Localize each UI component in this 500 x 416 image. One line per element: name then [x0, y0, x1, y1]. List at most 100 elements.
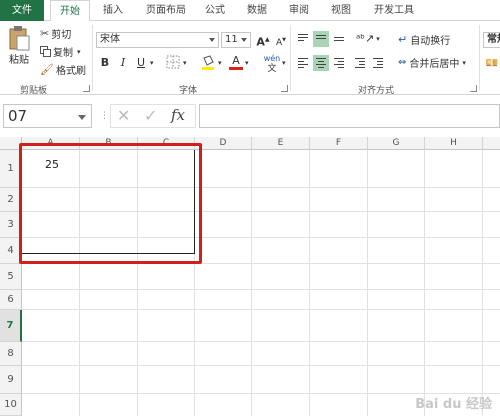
shrink-font-button[interactable]: A▼ — [273, 32, 289, 48]
alignment-launcher-icon[interactable] — [470, 85, 477, 92]
separator — [290, 25, 291, 91]
insert-function-icon[interactable]: fx — [171, 106, 185, 124]
font-color-icon: A — [232, 54, 240, 67]
merge-cells-icon: ⇔ — [398, 57, 407, 68]
phonetic-guide-button[interactable]: wén 文 — [262, 54, 282, 74]
align-middle-button[interactable] — [313, 31, 329, 47]
align-left-icon — [298, 58, 308, 68]
currency-button[interactable]: 💴 — [484, 55, 500, 71]
wrap-text-label: 自动换行 — [410, 36, 451, 47]
underline-button[interactable]: U — [133, 55, 149, 71]
column-header-d[interactable]: D — [195, 137, 252, 150]
fill-color-button[interactable] — [200, 55, 216, 71]
row-header-8[interactable]: 8 — [0, 342, 22, 366]
paste-button[interactable]: 粘贴 — [6, 25, 32, 67]
column-header-f[interactable]: F — [310, 137, 368, 150]
increase-indent-icon — [373, 58, 383, 68]
align-right-button[interactable] — [331, 55, 347, 71]
gridline — [22, 289, 500, 290]
column-header-h[interactable]: H — [425, 137, 483, 150]
chevron-down-icon[interactable]: ▾ — [150, 59, 154, 67]
gridline — [482, 150, 483, 416]
decrease-indent-button[interactable] — [352, 55, 368, 71]
font-color-button[interactable]: A — [228, 54, 244, 70]
row-header-5[interactable]: 5 — [0, 264, 22, 290]
merge-center-label: 合并后居中 — [409, 59, 460, 70]
cancel-icon[interactable]: ✕ — [117, 106, 130, 125]
name-box[interactable]: 07 — [3, 104, 92, 128]
gridline — [424, 150, 425, 416]
row-header-9[interactable]: 9 — [0, 366, 22, 394]
tab-review[interactable]: 审阅 — [280, 0, 318, 21]
ribbon: 粘贴 ✂ 剪切 复制 ▾ 🖌 格式刷 剪贴板 宋体 11 A▲ A▼ B I U… — [0, 21, 500, 96]
gridline — [367, 150, 368, 416]
cut-label: 剪切 — [51, 30, 72, 41]
tab-file[interactable]: 文件 — [0, 0, 44, 21]
formula-input[interactable] — [199, 104, 500, 128]
font-name-value: 宋体 — [100, 34, 120, 45]
paint-bucket-icon — [202, 55, 214, 70]
format-painter-button[interactable]: 🖌 格式刷 — [40, 62, 86, 77]
chevron-down-icon[interactable]: ▾ — [218, 59, 222, 67]
format-painter-label: 格式刷 — [55, 66, 86, 77]
paste-label: 粘贴 — [9, 55, 29, 66]
orientation-button[interactable]: ᵃᵇ↗ ▾ — [356, 32, 380, 45]
tab-view[interactable]: 视图 — [322, 0, 360, 21]
chevron-down-icon[interactable]: ▾ — [77, 48, 81, 56]
align-top-icon — [298, 34, 308, 44]
clipboard-group-label: 剪贴板 — [20, 86, 48, 96]
align-middle-icon — [316, 35, 326, 45]
copy-label: 复制 — [53, 48, 73, 59]
gridline — [22, 341, 500, 342]
chevron-down-icon — [78, 115, 86, 120]
tab-page-layout[interactable]: 页面布局 — [138, 0, 194, 21]
tab-home[interactable]: 开始 — [50, 0, 90, 22]
scissors-icon: ✂ — [40, 27, 50, 40]
align-left-button[interactable] — [295, 55, 311, 71]
borders-button[interactable] — [165, 55, 181, 71]
confirm-icon[interactable]: ✓ — [144, 106, 157, 125]
tab-developer[interactable]: 开发工具 — [366, 0, 422, 21]
tab-insert[interactable]: 插入 — [93, 0, 133, 21]
chevron-down-icon: ▾ — [462, 58, 466, 67]
align-top-button[interactable] — [295, 31, 311, 47]
tab-formulas[interactable]: 公式 — [196, 0, 234, 21]
font-size-select[interactable]: 11 — [221, 32, 251, 48]
column-header-g[interactable]: G — [368, 137, 425, 150]
phonetic-icon: wén — [263, 54, 281, 63]
chevron-down-icon[interactable]: ▾ — [282, 59, 286, 67]
separator — [479, 25, 480, 91]
chevron-down-icon[interactable]: ▾ — [183, 59, 187, 67]
italic-button[interactable]: I — [115, 55, 131, 71]
merge-center-button[interactable]: ⇔ 合并后居中 ▾ — [398, 55, 466, 70]
row-header-10[interactable]: 10 — [0, 394, 22, 416]
number-format-select[interactable]: 常规 — [483, 32, 500, 48]
column-header-e[interactable]: E — [252, 137, 310, 150]
drag-handle-icon[interactable]: ⋮ — [100, 111, 109, 121]
chevron-down-icon[interactable]: ▾ — [245, 59, 249, 67]
tab-data[interactable]: 数据 — [238, 0, 276, 21]
chevron-down-icon — [209, 38, 215, 42]
paste-icon — [9, 26, 30, 51]
clipboard-launcher-icon[interactable] — [83, 85, 90, 92]
gridline — [22, 365, 500, 366]
font-name-select[interactable]: 宋体 — [96, 32, 219, 48]
grow-font-button[interactable]: A▲ — [255, 32, 271, 49]
row-header-7[interactable]: 7 — [0, 310, 22, 342]
align-bottom-button[interactable] — [331, 31, 347, 47]
bold-button[interactable]: B — [97, 55, 113, 71]
copy-icon — [40, 46, 51, 57]
wrap-text-icon: ↵ — [398, 33, 408, 46]
text-orientation-icon: ᵃᵇ↗ — [356, 32, 375, 45]
column-header-i[interactable] — [483, 137, 500, 150]
copy-button[interactable]: 复制 ▾ — [40, 44, 81, 59]
font-size-value: 11 — [225, 34, 238, 45]
row-header-6[interactable]: 6 — [0, 290, 22, 310]
wrap-text-button[interactable]: ↵ 自动换行 — [398, 32, 450, 47]
align-center-button[interactable] — [313, 55, 329, 71]
cut-button[interactable]: ✂ 剪切 — [40, 26, 71, 41]
align-bottom-icon — [334, 37, 344, 47]
font-launcher-icon[interactable] — [281, 85, 288, 92]
increase-indent-button[interactable] — [370, 55, 386, 71]
decrease-indent-icon — [355, 58, 365, 68]
